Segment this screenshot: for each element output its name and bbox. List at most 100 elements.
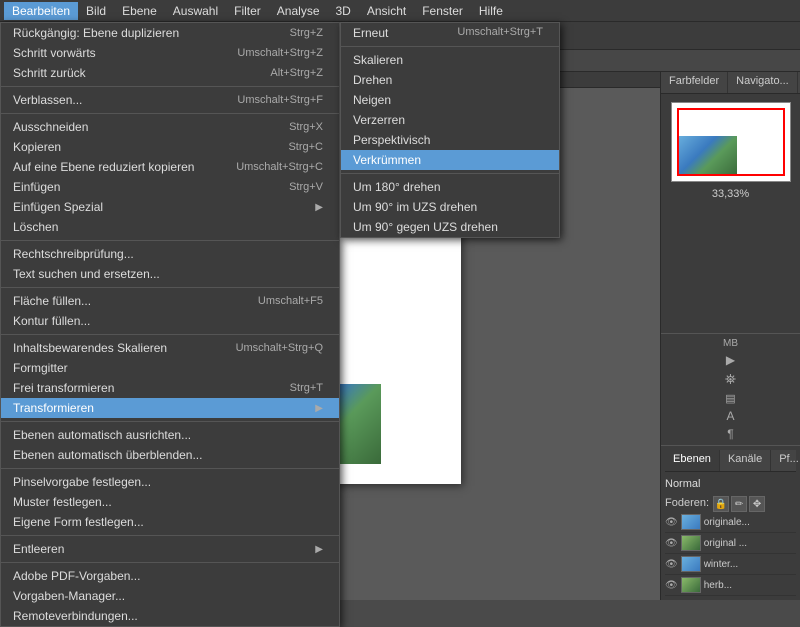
menu-schritt-vorwaerts[interactable]: Schritt vorwärts Umschalt+Strg+Z — [1, 43, 339, 63]
separator-2 — [1, 113, 339, 114]
menu-loeschen[interactable]: Löschen — [1, 217, 339, 237]
menu-pdf-vorgaben[interactable]: Adobe PDF-Vorgaben... — [1, 566, 339, 586]
move-small-icon[interactable]: ✥ — [749, 496, 765, 512]
tab-navigator[interactable]: Navigato... — [728, 72, 798, 93]
opacity-row: Foderen: 🔒 ✏ ✥ — [665, 494, 796, 512]
menu-schritt-zurueck[interactable]: Schritt zurück Alt+Strg+Z — [1, 63, 339, 83]
eye-icon-2[interactable]: 👁 — [665, 538, 678, 549]
separator-9 — [1, 562, 339, 563]
layers-tabs: Ebenen Kanäle Pf... — [665, 450, 796, 472]
menu-flaeche-fuellen[interactable]: Fläche füllen... Umschalt+F5 — [1, 291, 339, 311]
panel-tabs-top: Farbfelder Navigato... — [661, 72, 800, 94]
menu-auf-ebene-kopieren[interactable]: Auf eine Ebene reduziert kopieren Umscha… — [1, 157, 339, 177]
menu-eigene-form[interactable]: Eigene Form festlegen... — [1, 512, 339, 532]
menu-auswahl[interactable]: Auswahl — [165, 2, 226, 20]
transform-perspektivisch[interactable]: Perspektivisch — [341, 130, 559, 150]
layer-thumb-4 — [681, 577, 701, 593]
menu-rueckgaengig[interactable]: Rückgängig: Ebene duplizieren Strg+Z — [1, 23, 339, 43]
tab-ebenen[interactable]: Ebenen — [665, 450, 720, 471]
eye-icon-3[interactable]: 👁 — [665, 559, 678, 570]
menu-pinselvorgabe[interactable]: Pinselvorgabe festlegen... — [1, 472, 339, 492]
transform-sep-2 — [341, 173, 559, 174]
cursor-icon: ⛯ — [725, 371, 736, 388]
separator-7 — [1, 468, 339, 469]
separator-3 — [1, 240, 339, 241]
menu-muster-festlegen[interactable]: Muster festlegen... — [1, 492, 339, 512]
separator-5 — [1, 334, 339, 335]
separator-4 — [1, 287, 339, 288]
transform-90-gegen-uzs[interactable]: Um 90° gegen UZS drehen — [341, 217, 559, 237]
fodern-label: Foderen: — [665, 497, 709, 509]
layer-thumb-2 — [681, 535, 701, 551]
layer-thumb-3 — [681, 556, 701, 572]
menu-kontur-fuellen[interactable]: Kontur füllen... — [1, 311, 339, 331]
menu-ebenen-ausrichten[interactable]: Ebenen automatisch ausrichten... — [1, 425, 339, 445]
layer-name-3: winter... — [704, 559, 738, 570]
right-panel: Farbfelder Navigato... 33,33% MB ▶ ⛯ ▤ A… — [660, 72, 800, 600]
menu-einfuegen[interactable]: Einfügen Strg+V — [1, 177, 339, 197]
tab-pfade[interactable]: Pf... — [771, 450, 800, 471]
tab-kanaele[interactable]: Kanäle — [720, 450, 771, 471]
layers-icon: ▤ — [725, 392, 735, 405]
menu-inhaltsbewarendes[interactable]: Inhaltsbewarendes Skalieren Umschalt+Str… — [1, 338, 339, 358]
transform-submenu: Erneut Umschalt+Strg+T Skalieren Drehen … — [340, 22, 560, 238]
mini-canvas-preview — [671, 102, 791, 182]
eye-icon-4[interactable]: 👁 — [665, 580, 678, 591]
menu-fenster[interactable]: Fenster — [414, 2, 471, 20]
layers-panel: Ebenen Kanäle Pf... Normal Foderen: 🔒 ✏ … — [661, 445, 800, 600]
menu-remoteverbindungen[interactable]: Remoteverbindungen... — [1, 606, 339, 626]
menu-ausschneiden[interactable]: Ausschneiden Strg+X — [1, 117, 339, 137]
layer-icons: 🔒 ✏ ✥ — [713, 496, 765, 512]
brush-small-icon[interactable]: ✏ — [731, 496, 747, 512]
menu-analyse[interactable]: Analyse — [269, 2, 328, 20]
menu-bild[interactable]: Bild — [78, 2, 114, 20]
menu-kopieren[interactable]: Kopieren Strg+C — [1, 137, 339, 157]
mb-icon: MB — [723, 338, 738, 349]
layer-row-1[interactable]: 👁 originale... — [665, 512, 796, 533]
menu-ebene[interactable]: Ebene — [114, 2, 165, 20]
layer-thumb-1 — [681, 514, 701, 530]
film-icon[interactable]: ▶ — [726, 353, 735, 367]
menu-ansicht[interactable]: Ansicht — [359, 2, 414, 20]
menu-entleeren[interactable]: Entleeren ▶ — [1, 539, 339, 559]
bearbeiten-dropdown: Rückgängig: Ebene duplizieren Strg+Z Sch… — [0, 22, 340, 627]
menu-ebenen-ueberblenden[interactable]: Ebenen automatisch überblenden... — [1, 445, 339, 465]
transform-neigen[interactable]: Neigen — [341, 90, 559, 110]
blend-mode-label: Normal — [665, 476, 796, 492]
lock-icon[interactable]: 🔒 — [713, 496, 729, 512]
paragraph-icon: ¶ — [727, 427, 733, 441]
menu-text-suchen[interactable]: Text suchen und ersetzen... — [1, 264, 339, 284]
layer-row-3[interactable]: 👁 winter... — [665, 554, 796, 575]
menu-filter[interactable]: Filter — [226, 2, 269, 20]
menu-formgitter[interactable]: Formgitter — [1, 358, 339, 378]
transform-180[interactable]: Um 180° drehen — [341, 177, 559, 197]
transform-skalieren[interactable]: Skalieren — [341, 50, 559, 70]
layer-name-1: originale... — [704, 517, 750, 528]
transform-verzerren[interactable]: Verzerren — [341, 110, 559, 130]
separator-8 — [1, 535, 339, 536]
transform-erneut[interactable]: Erneut Umschalt+Strg+T — [341, 23, 559, 43]
eye-icon-1[interactable]: 👁 — [665, 517, 678, 528]
layer-name-4: herb... — [704, 580, 732, 591]
layer-row-4[interactable]: 👁 herb... — [665, 575, 796, 596]
transform-drehen[interactable]: Drehen — [341, 70, 559, 90]
menu-einfuegen-spezial[interactable]: Einfügen Spezial ▶ — [1, 197, 339, 217]
menu-frei-transformieren[interactable]: Frei transformieren Strg+T — [1, 378, 339, 398]
layer-row-2[interactable]: 👁 original ... — [665, 533, 796, 554]
separator-1 — [1, 86, 339, 87]
transform-verkrummen[interactable]: Verkrümmen — [341, 150, 559, 170]
menu-transformieren[interactable]: Transformieren ▶ — [1, 398, 339, 418]
menu-vorgaben-manager[interactable]: Vorgaben-Manager... — [1, 586, 339, 606]
transform-90-uzs[interactable]: Um 90° im UZS drehen — [341, 197, 559, 217]
menu-verblassen[interactable]: Verblassen... Umschalt+Strg+F — [1, 90, 339, 110]
menu-hilfe[interactable]: Hilfe — [471, 2, 511, 20]
layer-name-2: original ... — [704, 538, 747, 549]
menu-rechtschreibpruefung[interactable]: Rechtschreibprüfung... — [1, 244, 339, 264]
tab-farbfelder[interactable]: Farbfelder — [661, 72, 728, 93]
separator-6 — [1, 421, 339, 422]
text-icon: A — [726, 409, 734, 423]
panel-content-nav: 33,33% — [661, 94, 800, 333]
tool-options-strip: MB ▶ ⛯ ▤ A ¶ — [661, 333, 800, 445]
menu-3d[interactable]: 3D — [328, 2, 359, 20]
menu-bearbeiten[interactable]: Bearbeiten — [4, 2, 78, 20]
